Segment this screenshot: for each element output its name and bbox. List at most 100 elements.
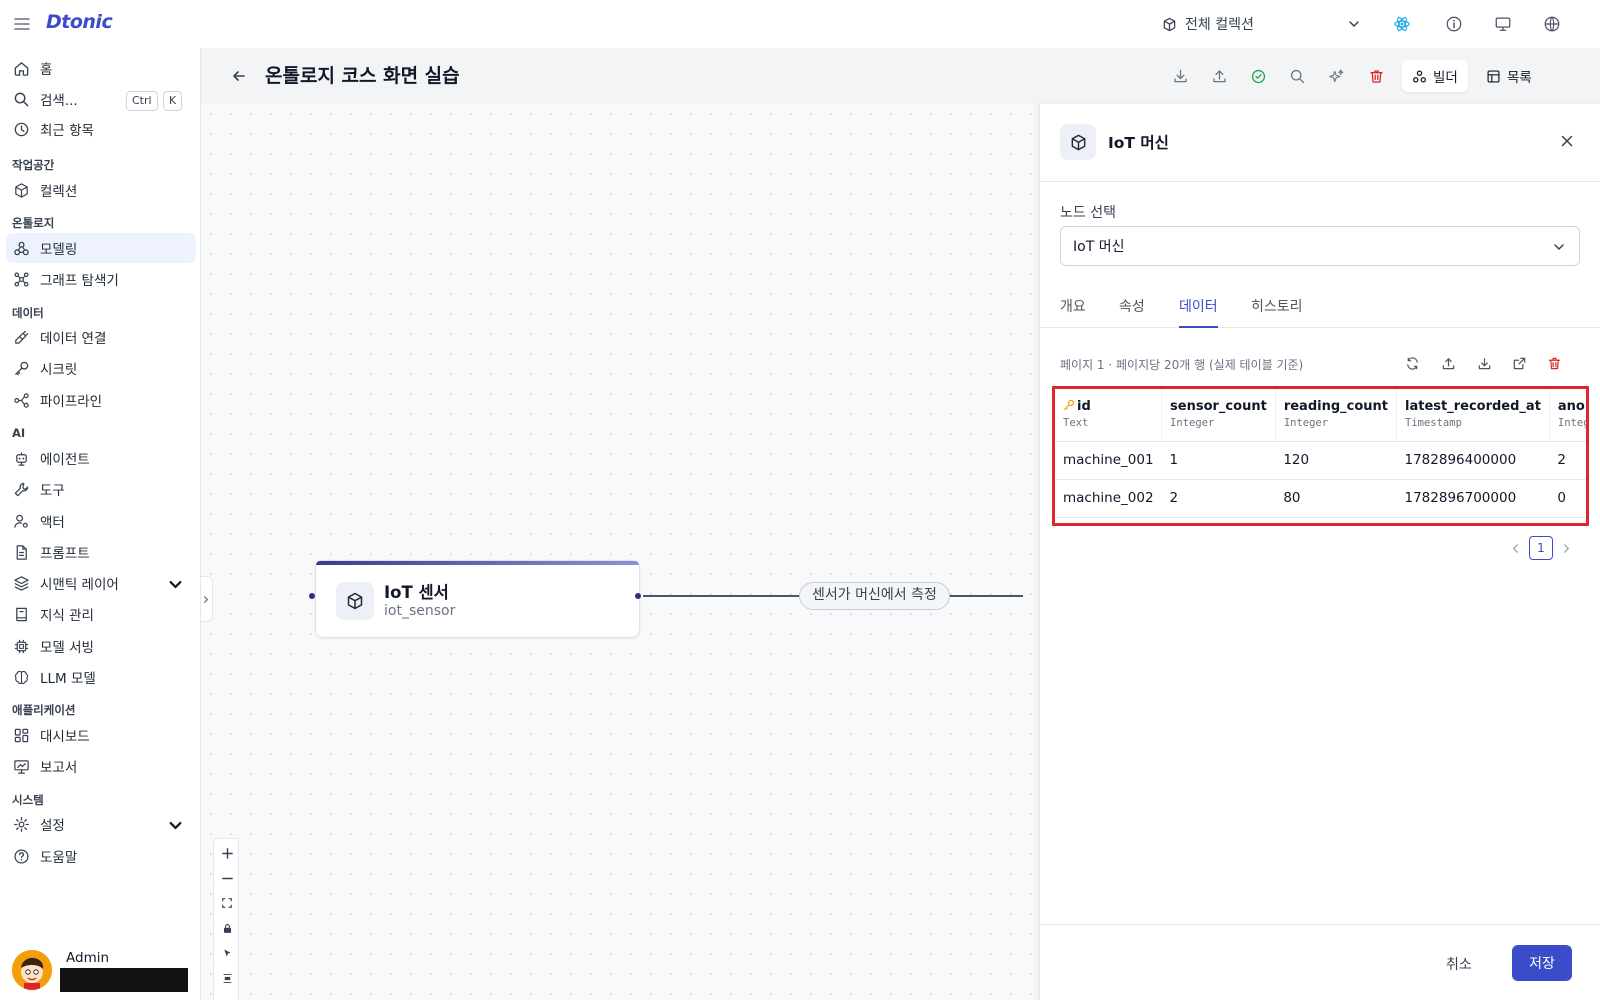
sidebar-item-label: 컬렉션 <box>40 184 78 200</box>
search-icon <box>14 92 29 106</box>
tab-history[interactable]: 히스토리 <box>1251 296 1303 328</box>
sidebar-item-knowledge[interactable]: 지식 관리 <box>6 599 196 629</box>
modeling-icon <box>1413 69 1426 83</box>
close-icon[interactable] <box>1558 132 1576 150</box>
chevron-left-icon[interactable] <box>1510 543 1521 554</box>
table-row[interactable]: machine_001 1 120 1782896400000 2 <box>1055 441 1586 480</box>
sidebar-item-help[interactable]: 도움말 <box>6 841 196 871</box>
sidebar-collapse-handle[interactable] <box>201 576 213 622</box>
sidebar-item-prompt[interactable]: 프롬프트 <box>6 537 196 567</box>
sidebar-item-label: LLM 모델 <box>40 671 96 687</box>
builder-button[interactable]: 빌더 <box>1402 60 1468 92</box>
sidebar-item-tools[interactable]: 도구 <box>6 474 196 504</box>
zoom-out-icon[interactable] <box>214 867 240 889</box>
column-type: Text <box>1063 417 1089 429</box>
data-table: id Text sensor_count Integer reading_cou… <box>1055 389 1586 518</box>
sidebar-item-data-connection[interactable]: 데이터 연결 <box>6 322 196 352</box>
canvas-controls <box>213 838 239 1000</box>
minimap-icon[interactable] <box>214 992 240 1000</box>
cancel-button[interactable]: 취소 <box>1432 947 1486 981</box>
sidebar-item-graph-explorer[interactable]: 그래프 탐색기 <box>6 264 196 294</box>
fit-view-icon[interactable] <box>214 892 240 914</box>
edge-label[interactable]: 센서가 머신에서 측정 <box>799 582 950 610</box>
user-profile[interactable]: Admin <box>10 950 196 992</box>
react-icon[interactable] <box>1390 12 1414 36</box>
chevron-down-icon <box>169 580 182 589</box>
sidebar-item-model-serving[interactable]: 모델 서빙 <box>6 631 196 661</box>
node-title: IoT 센서 <box>384 583 449 602</box>
logo[interactable]: Dtonic <box>46 11 113 33</box>
lock-icon[interactable] <box>214 917 240 939</box>
tab-overview[interactable]: 개요 <box>1060 296 1086 328</box>
page-number-button[interactable]: 1 <box>1529 536 1553 560</box>
panel-footer: 취소 저장 <box>1040 924 1600 1000</box>
table-row[interactable]: machine_002 2 80 1782896700000 0 <box>1055 479 1586 518</box>
plug-icon <box>15 330 29 344</box>
sidebar-item-semantic-layer[interactable]: 시맨틱 레이어 <box>6 568 196 598</box>
node-handle-right[interactable] <box>635 593 641 599</box>
column-name: reading_count <box>1283 399 1388 414</box>
search-icon[interactable] <box>1287 66 1307 86</box>
globe-icon[interactable] <box>1540 12 1564 36</box>
chevron-right-icon[interactable] <box>1561 543 1572 554</box>
node-select[interactable]: IoT 머신 <box>1060 226 1580 266</box>
align-icon[interactable] <box>214 967 240 989</box>
tab-data[interactable]: 데이터 <box>1179 296 1218 328</box>
upload-icon[interactable] <box>1441 356 1457 372</box>
modeling-icon <box>14 241 29 255</box>
pagination: 1 <box>1510 536 1572 560</box>
column-header-latest-recorded-at[interactable]: latest_recorded_at Timestamp <box>1396 389 1550 442</box>
sidebar-item-actor[interactable]: 액터 <box>6 506 196 536</box>
info-icon[interactable] <box>1442 12 1466 36</box>
pointer-icon[interactable] <box>214 942 240 964</box>
sidebar-item-collection[interactable]: 컬렉션 <box>6 175 196 205</box>
sidebar-item-llm-model[interactable]: LLM 모델 <box>6 662 196 692</box>
download-icon[interactable] <box>1170 66 1190 86</box>
chevron-down-icon <box>1349 21 1359 28</box>
back-arrow-icon[interactable] <box>229 66 249 86</box>
external-link-icon[interactable] <box>1512 356 1528 372</box>
column-header-sensor-count[interactable]: sensor_count Integer <box>1161 389 1276 442</box>
user-gear-icon <box>14 514 28 528</box>
column-header-reading-count[interactable]: reading_count Integer <box>1275 389 1398 442</box>
sidebar-item-recent[interactable]: 최근 항목 <box>6 114 196 144</box>
sidebar-item-secret[interactable]: 시크릿 <box>6 353 196 383</box>
upload-icon[interactable] <box>1209 66 1229 86</box>
hamburger-menu-icon[interactable] <box>12 14 32 34</box>
sidebar-item-label: 액터 <box>40 515 65 531</box>
download-icon[interactable] <box>1477 356 1493 372</box>
monitor-icon[interactable] <box>1491 12 1515 36</box>
sidebar-item-pipeline[interactable]: 파이프라인 <box>6 385 196 415</box>
column-header-id[interactable]: id Text <box>1055 389 1163 442</box>
sidebar-item-modeling[interactable]: 모델링 <box>6 233 196 263</box>
sparkles-icon[interactable] <box>1326 66 1346 86</box>
table-cell: 2 <box>1549 441 1586 480</box>
graph-node-iot-sensor[interactable]: IoT 센서 iot_sensor <box>315 560 640 638</box>
cube-icon <box>15 182 28 198</box>
sidebar-item-agent[interactable]: 에이전트 <box>6 443 196 473</box>
zoom-in-icon[interactable] <box>214 842 240 864</box>
tab-properties[interactable]: 속성 <box>1119 296 1145 328</box>
sidebar-item-search[interactable]: 검색... Ctrl K <box>6 84 196 114</box>
table-cell: 1782896400000 <box>1396 441 1550 480</box>
validate-check-icon[interactable] <box>1248 66 1268 86</box>
list-button[interactable]: 목록 <box>1476 60 1542 92</box>
sidebar-item-label: 파이프라인 <box>40 394 103 410</box>
column-header-anomaly[interactable]: anoma Integer <box>1549 389 1586 442</box>
section-title-ai: AI <box>12 426 26 440</box>
home-icon <box>14 61 29 76</box>
sidebar-item-home[interactable]: 홈 <box>6 53 196 83</box>
node-select-label: 노드 선택 <box>1060 205 1116 221</box>
sidebar-item-report[interactable]: 보고서 <box>6 751 196 781</box>
save-button[interactable]: 저장 <box>1512 945 1572 981</box>
sidebar-item-settings[interactable]: 설정 <box>6 809 196 839</box>
section-title-workspace: 작업공간 <box>12 158 55 172</box>
column-type: Timestamp <box>1405 417 1462 429</box>
refresh-icon[interactable] <box>1405 356 1421 372</box>
trash-icon[interactable] <box>1366 66 1386 86</box>
trash-icon[interactable] <box>1547 356 1563 372</box>
node-handle-left[interactable] <box>309 593 315 599</box>
collection-select[interactable]: 전체 컬렉션 <box>1162 10 1362 38</box>
data-table-highlight: id Text sensor_count Integer reading_cou… <box>1052 386 1589 526</box>
sidebar-item-dashboard[interactable]: 대시보드 <box>6 720 196 750</box>
